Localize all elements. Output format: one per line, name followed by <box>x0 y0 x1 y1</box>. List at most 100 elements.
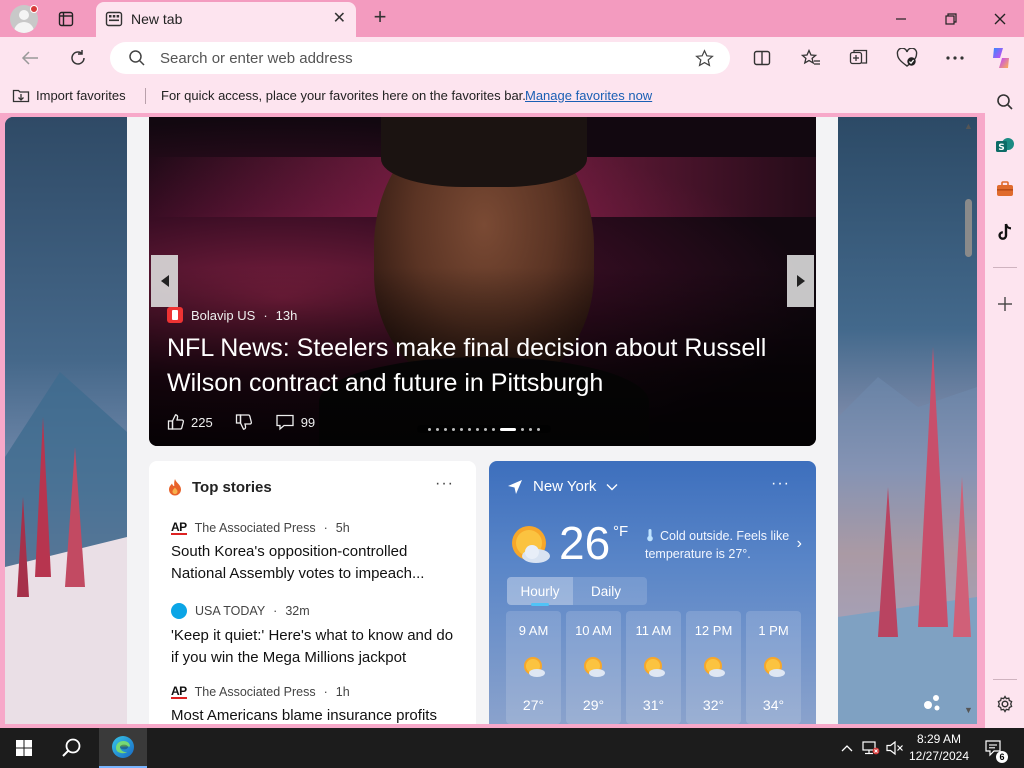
hero-story-card[interactable]: Bolavip US · 13h NFL News: Steelers make… <box>149 117 816 446</box>
close-window-button[interactable] <box>975 0 1024 37</box>
favorites-button[interactable] <box>795 43 827 73</box>
story-source: The Associated Press <box>194 685 316 699</box>
carousel-dot[interactable] <box>428 427 431 431</box>
hourly-forecast-item[interactable]: 12 PM 32° <box>686 611 741 724</box>
hourly-forecast-item[interactable]: 11 AM 31° <box>626 611 681 724</box>
scroll-down-arrow-icon[interactable]: ▼ <box>963 705 974 716</box>
location-arrow-icon <box>508 479 522 494</box>
thumbs-up-icon <box>167 414 185 430</box>
carousel-dot[interactable] <box>529 427 532 431</box>
copilot-icon[interactable] <box>985 43 1017 73</box>
tab-actions-menu-icon[interactable] <box>46 0 86 37</box>
start-button[interactable] <box>0 728 48 768</box>
taskbar-edge-button[interactable] <box>99 728 147 768</box>
top-stories-title: Top stories <box>192 478 272 496</box>
story-source: USA TODAY <box>195 604 266 618</box>
story-item[interactable]: USA TODAY · 32m 'Keep it quiet:' Here's … <box>171 603 461 669</box>
partly-sunny-icon <box>644 657 665 677</box>
sidebar-add-icon[interactable] <box>989 289 1021 319</box>
fire-icon <box>169 479 181 496</box>
page-scrollbar[interactable]: ▲ ▼ <box>960 117 977 724</box>
story-age: 1h <box>335 685 350 699</box>
system-clock[interactable]: 8:29 AM 12/27/2024 <box>904 731 974 765</box>
hero-source-separator: · <box>263 307 268 323</box>
carousel-dot[interactable] <box>460 427 463 431</box>
story-headline[interactable]: South Korea's opposition-controlled Nati… <box>171 541 461 585</box>
minimize-button[interactable] <box>876 0 926 37</box>
refresh-button[interactable] <box>62 43 94 73</box>
sidebar-sharepoint-icon[interactable]: S <box>989 131 1021 161</box>
browser-essentials-button[interactable] <box>891 43 923 73</box>
comment-icon <box>276 414 294 431</box>
like-button[interactable]: 225 <box>167 413 213 431</box>
favorites-divider <box>145 88 146 104</box>
hero-headline[interactable]: NFL News: Steelers make final decision a… <box>167 331 807 401</box>
manage-favorites-link[interactable]: Manage favorites now <box>525 88 652 103</box>
carousel-dot[interactable] <box>452 427 455 431</box>
like-count: 225 <box>191 414 213 430</box>
new-tab-button[interactable]: + <box>366 4 394 32</box>
volume-muted-icon[interactable] <box>884 728 906 768</box>
sidebar-search-icon[interactable] <box>989 87 1021 117</box>
address-bar[interactable] <box>110 42 730 74</box>
collections-button[interactable] <box>843 43 875 73</box>
hour-temperature: 27° <box>522 697 545 713</box>
carousel-dot[interactable] <box>476 427 479 431</box>
notification-count-badge: 6 <box>996 751 1008 763</box>
comments-button[interactable]: 99 <box>275 413 315 431</box>
weather-location-selector[interactable]: New York <box>507 478 618 495</box>
story-headline[interactable]: Most Americans blame insurance profits <box>171 705 461 724</box>
story-headline[interactable]: 'Keep it quiet:' Here's what to know and… <box>171 625 461 669</box>
sidebar-tiktok-icon[interactable] <box>989 217 1021 247</box>
hero-previous-arrow[interactable] <box>151 255 178 307</box>
hourly-forecast-item[interactable]: 9 AM 27° <box>506 611 561 724</box>
carousel-dot[interactable] <box>484 427 487 431</box>
network-icon[interactable] <box>860 728 882 768</box>
hourly-forecast-item[interactable]: 1 PM 34° <box>746 611 801 724</box>
back-button[interactable] <box>14 43 46 73</box>
hero-next-arrow[interactable] <box>787 255 814 307</box>
carousel-dot[interactable] <box>436 427 439 431</box>
partly-sunny-icon <box>704 657 725 677</box>
import-favorites-icon <box>12 89 30 103</box>
temperature-unit[interactable]: °F <box>613 523 628 540</box>
settings-more-button[interactable] <box>939 43 971 73</box>
scrollbar-thumb[interactable] <box>965 199 972 257</box>
dislike-button[interactable] <box>235 413 253 431</box>
carousel-dot[interactable] <box>521 427 524 431</box>
sidebar-tools-icon[interactable] <box>989 174 1021 204</box>
sidebar-settings-gear-icon[interactable] <box>989 689 1021 719</box>
weather-details-chevron-icon[interactable]: › <box>797 535 802 553</box>
top-stories-more-options-icon[interactable]: ··· <box>435 475 454 493</box>
svg-text:S: S <box>998 143 1004 153</box>
hourly-forecast-item[interactable]: 10 AM 29° <box>566 611 621 724</box>
show-hidden-icons-chevron[interactable] <box>838 728 856 768</box>
hero-carousel-dots[interactable] <box>417 425 551 433</box>
top-stories-header: Top stories <box>167 478 272 496</box>
carousel-dot[interactable] <box>468 427 471 431</box>
scroll-up-arrow-icon[interactable]: ▲ <box>963 121 974 132</box>
carousel-dot[interactable] <box>492 427 495 431</box>
story-item[interactable]: AP The Associated Press · 5h South Korea… <box>171 521 461 585</box>
weather-card: New York ··· 26 °F Cold outside. Feels l… <box>489 461 816 724</box>
weather-tab-hourly[interactable]: Hourly <box>507 577 573 606</box>
split-screen-button[interactable] <box>746 43 778 73</box>
taskbar-search-button[interactable] <box>48 728 96 768</box>
carousel-dot[interactable] <box>500 427 516 431</box>
weather-more-options-icon[interactable]: ··· <box>771 475 790 493</box>
tab-new-tab[interactable]: New tab ✕ <box>96 2 356 37</box>
restore-button[interactable] <box>926 0 976 37</box>
windows-logo-icon <box>16 740 32 756</box>
story-item[interactable]: AP The Associated Press · 1h Most Americ… <box>171 685 461 724</box>
carousel-dot[interactable] <box>537 427 540 431</box>
import-favorites-button[interactable]: Import favorites <box>12 87 126 103</box>
address-input[interactable] <box>160 48 680 68</box>
weather-tab-daily[interactable]: Daily <box>573 577 639 605</box>
close-tab-icon[interactable]: ✕ <box>333 11 346 27</box>
hour-time: 12 PM <box>694 623 733 638</box>
customize-background-icon[interactable] <box>920 691 944 715</box>
carousel-dot[interactable] <box>444 427 447 431</box>
hour-temperature: 31° <box>642 697 665 713</box>
add-favorite-star-icon[interactable] <box>695 49 714 73</box>
new-tab-page-icon <box>105 10 123 33</box>
